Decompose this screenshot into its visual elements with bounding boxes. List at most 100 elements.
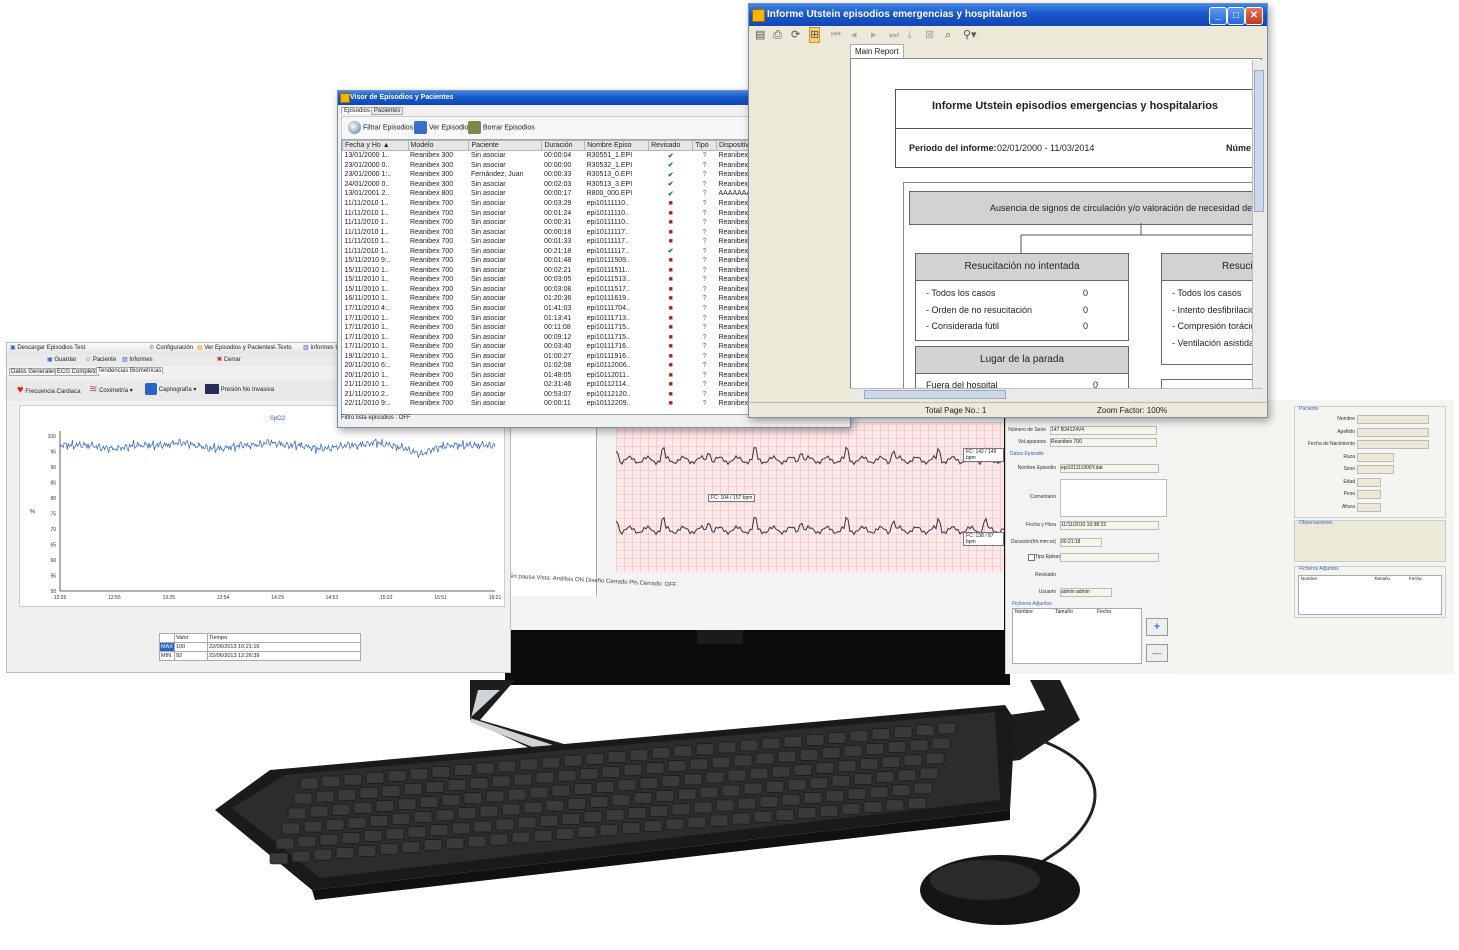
table-cell: 00:09:12 (543, 333, 572, 341)
keyboard-key (469, 777, 489, 790)
table-cell: epi10111704.. (586, 305, 630, 313)
menu-viewer[interactable]: ▤ Ver Episodios y Pacientes (197, 343, 274, 354)
type-checkbox[interactable] (1028, 554, 1035, 561)
y-tick-label: 60 (50, 558, 56, 564)
keyboard-key (313, 848, 333, 861)
first-page-icon[interactable]: ⏮ (831, 26, 841, 44)
table-cell: Sin asociar (470, 400, 506, 408)
episodes-title: Visor de Episodios y Pacientes (350, 94, 454, 101)
find-icon[interactable]: ⌕ (945, 26, 951, 44)
save-button[interactable]: ▣ Guardar (47, 354, 76, 366)
type-icon: ? (702, 362, 707, 370)
keyboard-key (435, 809, 455, 822)
patient-field-input[interactable] (1357, 502, 1381, 512)
model-field[interactable]: Reanibex 700 (1050, 438, 1157, 447)
refresh-icon[interactable]: ⟳ (791, 26, 800, 44)
tab-patients[interactable]: Pacientes (371, 107, 404, 115)
tab-trends[interactable]: Tendencias Biometricas (96, 367, 164, 374)
column-header[interactable]: Tipo (692, 140, 717, 151)
attachments-list[interactable]: Nombre Tamaño Fecha (1012, 608, 1142, 664)
tree-icon[interactable]: ⊞ (809, 27, 821, 43)
nibp-button[interactable]: Presión No Invasiva (205, 379, 274, 401)
table-cell: Sin asociar (470, 305, 506, 313)
column-header[interactable]: Revisado (648, 140, 694, 151)
no-attempt-header: Resucitación no intentada (916, 254, 1128, 281)
minimize-button[interactable]: _ (1209, 7, 1227, 25)
next-page-icon[interactable]: ▸ (871, 26, 877, 44)
tab-general[interactable]: Datos Generales (9, 368, 59, 376)
zoom-icon[interactable]: ⚲▾ (963, 26, 977, 44)
keyboard-key (803, 792, 823, 804)
keyboard-key (871, 728, 891, 740)
report-hscroll[interactable] (850, 388, 1262, 399)
last-page-icon[interactable]: ⏭ (889, 26, 899, 44)
column-header[interactable]: Fecha y Ho ▲ (342, 140, 409, 151)
export-icon[interactable]: ▤ (755, 26, 765, 44)
type-select[interactable] (1060, 553, 1159, 562)
notes-fieldset[interactable]: Observaciones (1294, 520, 1446, 562)
menu-download[interactable]: ▣ Descargar Episodios Test (10, 343, 85, 354)
table-cell: epi10111117.. (586, 247, 629, 255)
table-cell: Sin asociar (470, 390, 506, 398)
patient-field-input[interactable] (1357, 440, 1429, 449)
y-tick-label: 70 (50, 527, 56, 533)
add-attachment-button[interactable]: + (1146, 618, 1168, 636)
column-header[interactable]: Duración (541, 140, 586, 151)
patient-field-input[interactable] (1357, 465, 1394, 474)
comments-textarea[interactable] (1060, 479, 1167, 517)
patient-field-input[interactable] (1357, 427, 1429, 437)
keyboard-key (403, 783, 423, 795)
reports-button[interactable]: ▥ Informes (122, 354, 153, 366)
menu-text[interactable]: A Texto (272, 343, 292, 354)
prev-page-icon[interactable]: ◂ (851, 26, 857, 44)
goto-icon[interactable]: ⤓ (907, 26, 912, 44)
patient-field-input[interactable] (1357, 490, 1381, 499)
stop-icon[interactable]: ⊠ (925, 26, 934, 44)
close-button[interactable]: ✕ (1245, 7, 1263, 25)
start-field[interactable]: 11/11/2010 10:38:22 (1060, 521, 1159, 530)
serial-field[interactable]: 147 B34124V4 (1050, 426, 1157, 435)
patient-field-input[interactable] (1357, 415, 1429, 424)
not-reviewed-icon: ■ (668, 324, 673, 332)
keyboard-key (275, 837, 295, 850)
view-episode-button[interactable]: Ver Episodio (414, 121, 468, 134)
duration-field[interactable]: 00:21:18 (1060, 538, 1102, 547)
reviewed-check-icon: ✔ (667, 152, 674, 160)
tab-episodes[interactable]: Episodios (341, 107, 374, 114)
files-list[interactable]: Nombre Tamaño Fecha (1298, 575, 1442, 615)
filter-episodes-button[interactable]: Filtrar Episodios (348, 121, 413, 134)
keyboard-key (827, 732, 847, 744)
type-icon: ? (702, 381, 707, 389)
reviewed-label: Revisado (1035, 572, 1056, 578)
oximetry-button[interactable]: ≋ Coximetría ▾ (89, 379, 133, 402)
column-header[interactable]: Paciente (468, 140, 543, 151)
column-header[interactable]: Nombre Episo (584, 140, 650, 151)
attempt-row: - Todos los casos (1172, 288, 1242, 298)
maximize-button[interactable]: □ (1227, 7, 1245, 25)
patient-field-input[interactable] (1357, 452, 1394, 462)
menu-reports[interactable]: ▥ Informes U (303, 343, 340, 354)
patient-field-input[interactable] (1357, 477, 1381, 487)
keyboard-key (831, 775, 851, 787)
delete-episodes-button[interactable]: Borrar Episodios (468, 121, 535, 134)
close-button[interactable]: ✖ Cerrar (217, 354, 241, 366)
column-header[interactable]: Modelo (407, 140, 470, 151)
patient-button[interactable]: ☺ Paciente (85, 354, 116, 366)
keyboard-key (359, 786, 379, 799)
print-icon[interactable]: ⎙ (773, 26, 782, 44)
capnography-button[interactable]: Capnografía ▾ (145, 379, 196, 401)
keyboard-key (595, 781, 615, 793)
tab-main-report[interactable]: Main Report (850, 44, 904, 59)
keyboard-key (753, 810, 773, 823)
patient-field-label: Fecha de Nacimiento (1307, 441, 1355, 447)
report-vscroll[interactable] (1252, 60, 1264, 388)
menu-config[interactable]: ⚙ Configuración (149, 343, 193, 354)
episode-name-field[interactable]: epi101111900Y.dat (1060, 464, 1159, 473)
user-field[interactable]: admin admin (1060, 588, 1112, 597)
keyboard-key (501, 803, 521, 816)
keyboard-key (467, 835, 487, 848)
heart-rate-button[interactable]: ♥ Frecuencia Cardiaca (17, 379, 81, 403)
remove-attachment-button[interactable]: — (1146, 644, 1168, 662)
tab-ecg[interactable]: ECG Completo (55, 368, 100, 376)
ecg-tree[interactable] (508, 418, 597, 596)
